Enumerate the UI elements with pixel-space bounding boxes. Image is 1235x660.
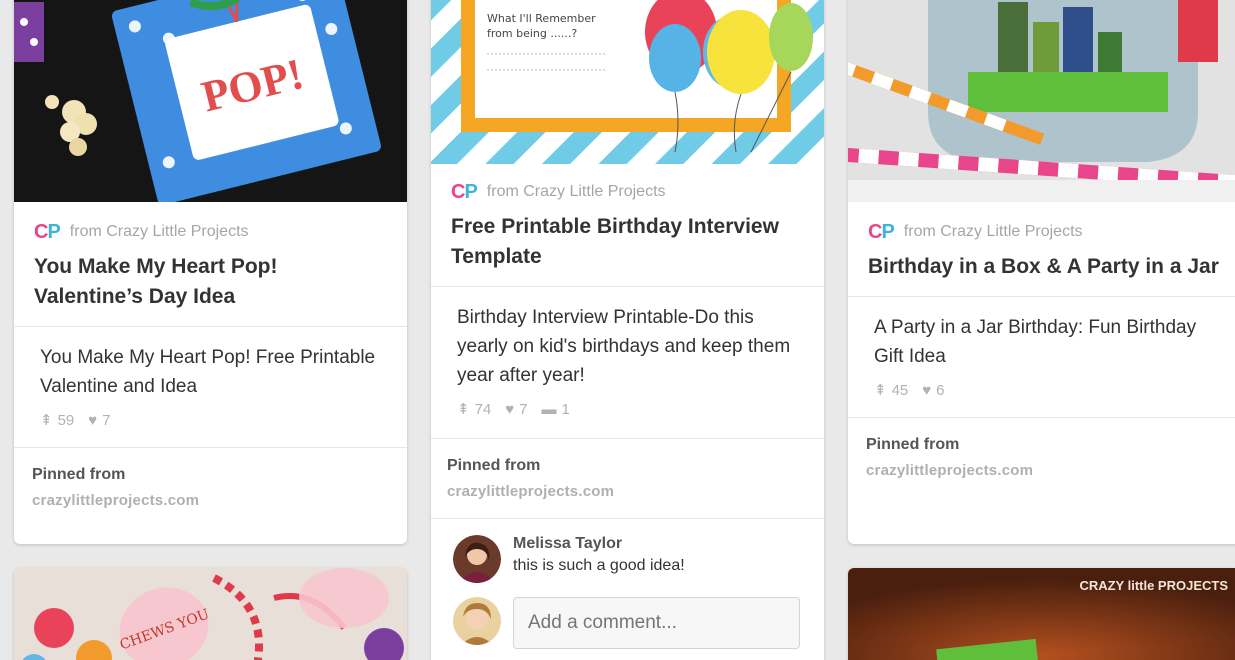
pin-card[interactable]: POP! CP from Crazy Little Projects You M…	[14, 0, 407, 544]
heart-icon: ♥	[922, 381, 932, 399]
pinned-from-domain[interactable]: crazylittleprojects.com	[447, 483, 808, 500]
comment-icon: ▬	[541, 400, 557, 418]
svg-text:What I'll Remember: What I'll Remember	[487, 12, 596, 25]
pin-card[interactable]: CRAZY little PROJECTS	[848, 568, 1235, 660]
avatar[interactable]	[453, 597, 501, 645]
repin-count[interactable]: ⇞ 45	[874, 381, 908, 400]
comment-author[interactable]: Melissa Taylor	[513, 535, 685, 553]
repin-icon: ⇞	[40, 412, 53, 429]
repin-count[interactable]: ⇞ 59	[40, 411, 74, 430]
source-name: Crazy Little Projects	[106, 223, 249, 240]
pin-image[interactable]: CRAZY little PROJECTS	[848, 568, 1235, 660]
source-prefix: from	[486, 183, 519, 200]
svg-text:from being ......?: from being ......?	[487, 27, 577, 40]
pin-title[interactable]: You Make My Heart Pop! Valentine’s Day I…	[34, 252, 387, 312]
like-count[interactable]: ♥ 7	[505, 401, 527, 418]
pinned-from-domain[interactable]: crazylittleprojects.com	[32, 492, 389, 509]
pin-title[interactable]: Birthday in a Box & A Party in a Jar	[868, 252, 1221, 282]
pin-title[interactable]: Free Printable Birthday Interview Templa…	[451, 212, 804, 272]
comment: Melissa Taylor this is such a good idea!	[453, 535, 802, 583]
crazy-little-projects-logo-icon: CP	[868, 221, 895, 243]
pin-card[interactable]: CP from Crazy Little Projects Birthday i…	[848, 0, 1235, 544]
crazy-little-projects-logo-icon: CP	[34, 221, 61, 243]
pin-description: Birthday Interview Printable-Do this yea…	[457, 307, 791, 386]
source-name: Crazy Little Projects	[940, 223, 1083, 240]
pin-image[interactable]: What I'll Remember from being ......?	[431, 0, 824, 164]
add-comment-row	[453, 597, 802, 649]
pinned-from-label: Pinned from	[447, 457, 541, 474]
pinned-from-label: Pinned from	[866, 436, 960, 453]
like-count[interactable]: ♥ 6	[922, 382, 944, 399]
add-comment-input[interactable]	[513, 597, 800, 649]
pin-image[interactable]: CHEWS YOU	[14, 568, 407, 660]
pin-card[interactable]: CHEWS YOU	[14, 568, 407, 660]
heart-icon: ♥	[88, 411, 98, 429]
comment-text: this is such a good idea!	[513, 557, 685, 574]
repin-icon: ⇞	[457, 401, 470, 418]
comment-count[interactable]: ▬ 1	[542, 401, 570, 418]
source-prefix: from	[69, 223, 102, 240]
repin-count[interactable]: ⇞ 74	[457, 400, 491, 419]
like-count[interactable]: ♥ 7	[88, 412, 110, 429]
pin-source[interactable]: CP from Crazy Little Projects	[868, 222, 1221, 242]
popcorn-valentine-image: POP!	[14, 0, 407, 202]
repin-icon: ⇞	[874, 382, 887, 399]
pin-source[interactable]: CP from Crazy Little Projects	[451, 182, 804, 202]
pinned-from-label: Pinned from	[32, 466, 126, 483]
source-prefix: from	[903, 223, 936, 240]
pin-card[interactable]: What I'll Remember from being ......? CP…	[431, 0, 824, 660]
heart-icon: ♥	[505, 400, 515, 418]
pinned-from-domain[interactable]: crazylittleprojects.com	[866, 462, 1223, 479]
svg-text:CRAZY little PROJECTS: CRAZY little PROJECTS	[1079, 578, 1228, 593]
pin-image[interactable]	[848, 0, 1235, 202]
birthday-interview-image: What I'll Remember from being ......?	[431, 0, 824, 164]
pin-description: A Party in a Jar Birthday: Fun Birthday …	[874, 317, 1197, 367]
pin-description: You Make My Heart Pop! Free Printable Va…	[40, 347, 376, 397]
party-in-a-jar-image	[848, 0, 1235, 202]
pin-image[interactable]: POP!	[14, 0, 407, 202]
pin-source[interactable]: CP from Crazy Little Projects	[34, 222, 387, 242]
source-name: Crazy Little Projects	[523, 183, 666, 200]
avatar[interactable]	[453, 535, 501, 583]
crazy-little-projects-logo-icon: CP	[451, 181, 478, 203]
